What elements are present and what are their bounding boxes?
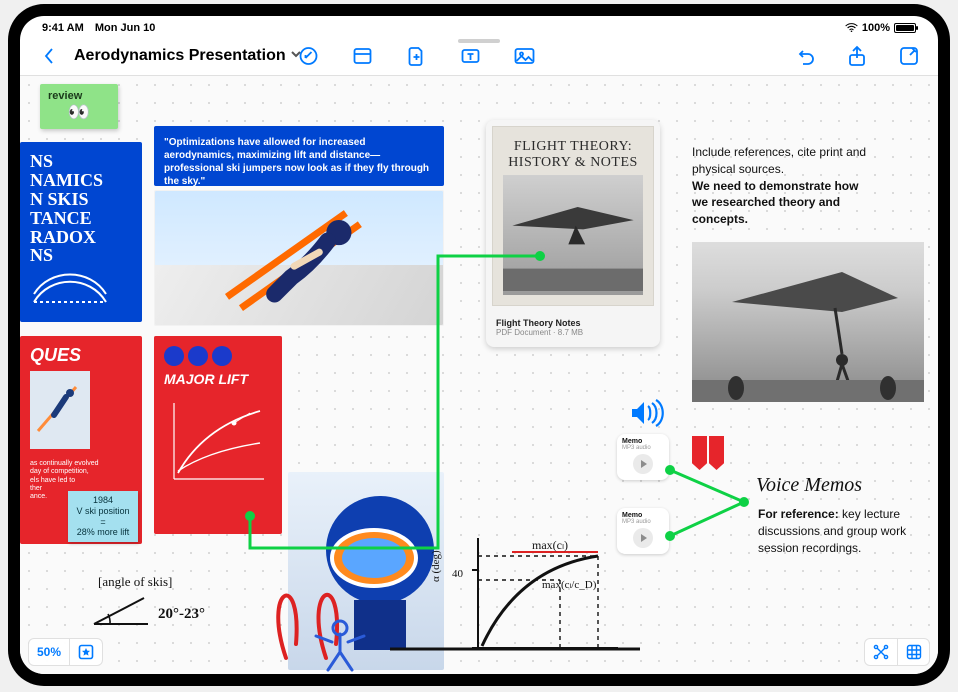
ipad-status-bar: 9:41 AM Mon Jun 10 100% bbox=[20, 16, 938, 36]
minimap-button[interactable] bbox=[865, 639, 897, 665]
status-date: Mon Jun 10 bbox=[95, 22, 156, 34]
zoom-favorite-button[interactable] bbox=[69, 639, 102, 665]
zoom-control[interactable]: 50% bbox=[28, 638, 103, 666]
graph-tick: 40 bbox=[452, 568, 463, 580]
pen-tool-button[interactable] bbox=[292, 41, 326, 71]
grid-toggle-button[interactable] bbox=[897, 639, 929, 665]
handwriting-angle-value: 20°-23° bbox=[158, 606, 205, 623]
new-board-button[interactable] bbox=[892, 41, 926, 71]
handwriting-angle-label: [angle of skis] bbox=[98, 574, 172, 590]
zoom-value[interactable]: 50% bbox=[29, 639, 69, 665]
share-button[interactable] bbox=[840, 41, 874, 71]
freeform-canvas[interactable]: review 👀 NS NAMICS N SKIS TANCE RADOX NS… bbox=[20, 76, 938, 674]
view-controls bbox=[864, 638, 930, 666]
text-box-button[interactable] bbox=[454, 41, 488, 71]
sticky-note-button[interactable] bbox=[346, 41, 380, 71]
back-button[interactable] bbox=[32, 41, 66, 71]
graph-max-ratio: max(cₗ/c_D) bbox=[542, 578, 596, 591]
board-title[interactable]: Aerodynamics Presentation bbox=[74, 47, 302, 65]
wifi-icon bbox=[845, 23, 858, 33]
media-button[interactable] bbox=[508, 41, 542, 71]
angle-sketch bbox=[86, 592, 156, 632]
undo-button[interactable] bbox=[788, 41, 822, 71]
status-time: 9:41 AM bbox=[42, 22, 84, 34]
battery-icon bbox=[894, 23, 916, 33]
battery-pct: 100% bbox=[862, 22, 890, 34]
underline-sketch bbox=[390, 646, 640, 652]
add-file-button[interactable] bbox=[400, 41, 434, 71]
graph-ylabel: α (deg) bbox=[430, 550, 442, 582]
blue-skier-sketch bbox=[304, 616, 374, 674]
graph-max-cl: max(cₗ) bbox=[532, 538, 568, 553]
app-toolbar: Aerodynamics Presentation bbox=[20, 36, 938, 76]
